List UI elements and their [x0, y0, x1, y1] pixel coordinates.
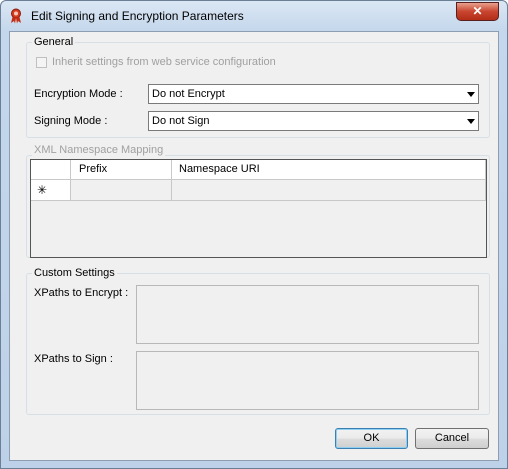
dialog-window: Edit Signing and Encryption Parameters ✕… — [0, 0, 508, 469]
dialog-client-area: General Inherit settings from web servic… — [9, 31, 499, 461]
new-row-marker: ✳ — [31, 180, 71, 201]
title-bar[interactable]: Edit Signing and Encryption Parameters ✕ — [1, 1, 507, 31]
encryption-mode-select[interactable]: Do not Encrypt — [148, 84, 479, 104]
encryption-mode-value: Do not Encrypt — [152, 88, 225, 100]
general-legend: General — [32, 36, 76, 48]
new-row-prefix-cell[interactable] — [71, 180, 172, 201]
xpaths-encrypt-label: XPaths to Encrypt : — [34, 287, 129, 299]
signing-mode-value: Do not Sign — [152, 115, 210, 127]
xpaths-sign-label: XPaths to Sign : — [34, 353, 113, 365]
cancel-button[interactable]: Cancel — [415, 428, 489, 449]
column-header-namespace-uri[interactable]: Namespace URI — [172, 160, 486, 180]
signing-mode-label: Signing Mode : — [34, 115, 108, 127]
chevron-down-icon — [467, 92, 475, 97]
namespace-legend: XML Namespace Mapping — [32, 144, 166, 156]
close-button[interactable]: ✕ — [456, 2, 499, 21]
inherit-settings-checkbox[interactable] — [36, 57, 47, 68]
xpaths-sign-input[interactable] — [136, 351, 479, 410]
asterisk-icon: ✳ — [37, 183, 48, 197]
encryption-mode-label: Encryption Mode : — [34, 88, 123, 100]
close-icon: ✕ — [472, 4, 483, 18]
window-title: Edit Signing and Encryption Parameters — [31, 9, 244, 23]
seal-ribbon-icon — [11, 8, 21, 24]
signing-mode-select[interactable]: Do not Sign — [148, 111, 479, 131]
new-row-namespace-cell[interactable] — [172, 180, 486, 201]
namespace-grid[interactable]: Prefix Namespace URI ✳ — [30, 159, 487, 258]
inherit-settings-label: Inherit settings from web service config… — [52, 56, 276, 68]
column-header-prefix[interactable]: Prefix — [71, 160, 172, 180]
xpaths-encrypt-input[interactable] — [136, 285, 479, 344]
ok-button[interactable]: OK — [335, 428, 408, 449]
grid-corner-header — [31, 160, 71, 180]
custom-settings-legend: Custom Settings — [32, 267, 117, 279]
chevron-down-icon — [467, 119, 475, 124]
